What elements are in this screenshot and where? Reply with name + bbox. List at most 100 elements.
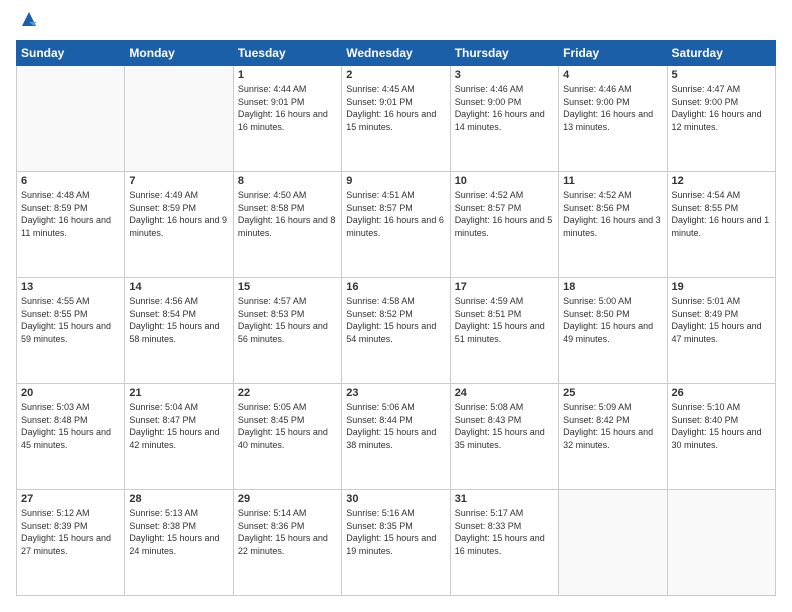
day-info: Sunrise: 4:49 AM Sunset: 8:59 PM Dayligh…: [129, 189, 228, 239]
day-info: Sunrise: 5:04 AM Sunset: 8:47 PM Dayligh…: [129, 401, 228, 451]
calendar-cell: 9 Sunrise: 4:51 AM Sunset: 8:57 PM Daylig…: [342, 172, 450, 278]
calendar-cell: 18Sunrise: 5:00 AM Sunset: 8:50 PM Dayli…: [559, 278, 667, 384]
page: SundayMondayTuesdayWednesdayThursdayFrid…: [0, 0, 792, 612]
calendar-cell: [667, 490, 775, 596]
day-number: 12: [672, 175, 771, 187]
day-number: 27: [21, 493, 120, 505]
calendar-cell: 11 Sunrise: 4:52 AM Sunset: 8:56 PM Dayli…: [559, 172, 667, 278]
day-number: 10: [455, 175, 554, 187]
weekday-header-monday: Monday: [125, 41, 233, 66]
calendar-week-row: 6 Sunrise: 4:48 AM Sunset: 8:59 PM Daylig…: [17, 172, 776, 278]
day-info: Sunrise: 4:48 AM Sunset: 8:59 PM Dayligh…: [21, 189, 120, 239]
day-number: 2: [346, 69, 445, 81]
day-number: 29: [238, 493, 337, 505]
calendar-cell: 26 Sunrise: 5:10 AM Sunset: 8:40 PM Dayli…: [667, 384, 775, 490]
day-number: 5: [672, 69, 771, 81]
calendar-cell: 19Sunrise: 5:01 AM Sunset: 8:49 PM Dayli…: [667, 278, 775, 384]
day-number: 14: [129, 281, 228, 293]
weekday-header-friday: Friday: [559, 41, 667, 66]
day-info: Sunrise: 4:52 AM Sunset: 8:57 PM Dayligh…: [455, 189, 554, 239]
calendar-cell: 28 Sunrise: 5:13 AM Sunset: 8:38 PM Dayli…: [125, 490, 233, 596]
calendar-cell: 24 Sunrise: 5:08 AM Sunset: 8:43 PM Dayli…: [450, 384, 558, 490]
header: [16, 16, 776, 30]
day-info: Sunrise: 4:46 AM Sunset: 9:00 PM Dayligh…: [455, 83, 554, 133]
day-info: Sunrise: 4:58 AM Sunset: 8:52 PM Dayligh…: [346, 295, 445, 345]
calendar-cell: [17, 66, 125, 172]
day-number: 15: [238, 281, 337, 293]
calendar-cell: 22 Sunrise: 5:05 AM Sunset: 8:45 PM Dayli…: [233, 384, 341, 490]
calendar-cell: 1Sunrise: 4:44 AM Sunset: 9:01 PM Daylig…: [233, 66, 341, 172]
day-number: 7: [129, 175, 228, 187]
weekday-header-row: SundayMondayTuesdayWednesdayThursdayFrid…: [17, 41, 776, 66]
calendar-cell: 29 Sunrise: 5:14 AM Sunset: 8:36 PM Dayli…: [233, 490, 341, 596]
calendar-cell: 3 Sunrise: 4:46 AM Sunset: 9:00 PM Daylig…: [450, 66, 558, 172]
calendar-cell: [125, 66, 233, 172]
day-info: Sunrise: 4:59 AM Sunset: 8:51 PM Dayligh…: [455, 295, 554, 345]
calendar-cell: 2 Sunrise: 4:45 AM Sunset: 9:01 PM Daylig…: [342, 66, 450, 172]
day-info: Sunrise: 4:45 AM Sunset: 9:01 PM Dayligh…: [346, 83, 445, 133]
calendar-week-row: 13 Sunrise: 4:55 AM Sunset: 8:55 PM Dayli…: [17, 278, 776, 384]
day-number: 22: [238, 387, 337, 399]
day-number: 24: [455, 387, 554, 399]
calendar-cell: 8Sunrise: 4:50 AM Sunset: 8:58 PM Daylig…: [233, 172, 341, 278]
day-info: Sunrise: 5:03 AM Sunset: 8:48 PM Dayligh…: [21, 401, 120, 451]
day-number: 6: [21, 175, 120, 187]
weekday-header-wednesday: Wednesday: [342, 41, 450, 66]
day-number: 28: [129, 493, 228, 505]
day-number: 9: [346, 175, 445, 187]
calendar-cell: 15 Sunrise: 4:57 AM Sunset: 8:53 PM Dayli…: [233, 278, 341, 384]
calendar-cell: 5 Sunrise: 4:47 AM Sunset: 9:00 PM Daylig…: [667, 66, 775, 172]
day-number: 1: [238, 69, 337, 81]
calendar-week-row: 1Sunrise: 4:44 AM Sunset: 9:01 PM Daylig…: [17, 66, 776, 172]
day-info: Sunrise: 5:06 AM Sunset: 8:44 PM Dayligh…: [346, 401, 445, 451]
day-info: Sunrise: 5:09 AM Sunset: 8:42 PM Dayligh…: [563, 401, 662, 451]
day-number: 26: [672, 387, 771, 399]
calendar-cell: 16 Sunrise: 4:58 AM Sunset: 8:52 PM Dayli…: [342, 278, 450, 384]
day-number: 16: [346, 281, 445, 293]
calendar-cell: 20 Sunrise: 5:03 AM Sunset: 8:48 PM Dayli…: [17, 384, 125, 490]
day-number: 17: [455, 281, 554, 293]
day-info: Sunrise: 4:46 AM Sunset: 9:00 PM Dayligh…: [563, 83, 662, 133]
weekday-header-thursday: Thursday: [450, 41, 558, 66]
day-number: 11: [563, 175, 662, 187]
day-info: Sunrise: 5:01 AM Sunset: 8:49 PM Dayligh…: [672, 295, 771, 345]
day-number: 20: [21, 387, 120, 399]
day-number: 13: [21, 281, 120, 293]
weekday-header-saturday: Saturday: [667, 41, 775, 66]
calendar-cell: 17 Sunrise: 4:59 AM Sunset: 8:51 PM Dayli…: [450, 278, 558, 384]
calendar-table: SundayMondayTuesdayWednesdayThursdayFrid…: [16, 40, 776, 596]
day-number: 23: [346, 387, 445, 399]
day-info: Sunrise: 5:05 AM Sunset: 8:45 PM Dayligh…: [238, 401, 337, 451]
calendar-cell: 31 Sunrise: 5:17 AM Sunset: 8:33 PM Dayli…: [450, 490, 558, 596]
calendar-cell: 6 Sunrise: 4:48 AM Sunset: 8:59 PM Daylig…: [17, 172, 125, 278]
day-info: Sunrise: 4:56 AM Sunset: 8:54 PM Dayligh…: [129, 295, 228, 345]
day-number: 31: [455, 493, 554, 505]
day-info: Sunrise: 4:51 AM Sunset: 8:57 PM Dayligh…: [346, 189, 445, 239]
calendar-cell: 23 Sunrise: 5:06 AM Sunset: 8:44 PM Dayli…: [342, 384, 450, 490]
day-info: Sunrise: 5:13 AM Sunset: 8:38 PM Dayligh…: [129, 507, 228, 557]
calendar-cell: 12Sunrise: 4:54 AM Sunset: 8:55 PM Dayli…: [667, 172, 775, 278]
day-number: 18: [563, 281, 662, 293]
day-number: 30: [346, 493, 445, 505]
logo: [16, 16, 40, 30]
day-info: Sunrise: 5:14 AM Sunset: 8:36 PM Dayligh…: [238, 507, 337, 557]
calendar-cell: 27 Sunrise: 5:12 AM Sunset: 8:39 PM Dayli…: [17, 490, 125, 596]
calendar-cell: 25Sunrise: 5:09 AM Sunset: 8:42 PM Dayli…: [559, 384, 667, 490]
calendar-cell: 21Sunrise: 5:04 AM Sunset: 8:47 PM Dayli…: [125, 384, 233, 490]
weekday-header-tuesday: Tuesday: [233, 41, 341, 66]
day-info: Sunrise: 4:52 AM Sunset: 8:56 PM Dayligh…: [563, 189, 662, 239]
day-number: 3: [455, 69, 554, 81]
day-info: Sunrise: 5:17 AM Sunset: 8:33 PM Dayligh…: [455, 507, 554, 557]
day-number: 4: [563, 69, 662, 81]
day-info: Sunrise: 5:10 AM Sunset: 8:40 PM Dayligh…: [672, 401, 771, 451]
calendar-cell: 10 Sunrise: 4:52 AM Sunset: 8:57 PM Dayli…: [450, 172, 558, 278]
calendar-cell: 7 Sunrise: 4:49 AM Sunset: 8:59 PM Daylig…: [125, 172, 233, 278]
day-info: Sunrise: 4:57 AM Sunset: 8:53 PM Dayligh…: [238, 295, 337, 345]
calendar-week-row: 20 Sunrise: 5:03 AM Sunset: 8:48 PM Dayli…: [17, 384, 776, 490]
weekday-header-sunday: Sunday: [17, 41, 125, 66]
day-info: Sunrise: 4:55 AM Sunset: 8:55 PM Dayligh…: [21, 295, 120, 345]
day-info: Sunrise: 4:47 AM Sunset: 9:00 PM Dayligh…: [672, 83, 771, 133]
day-info: Sunrise: 5:12 AM Sunset: 8:39 PM Dayligh…: [21, 507, 120, 557]
calendar-cell: 4 Sunrise: 4:46 AM Sunset: 9:00 PM Daylig…: [559, 66, 667, 172]
day-info: Sunrise: 5:08 AM Sunset: 8:43 PM Dayligh…: [455, 401, 554, 451]
